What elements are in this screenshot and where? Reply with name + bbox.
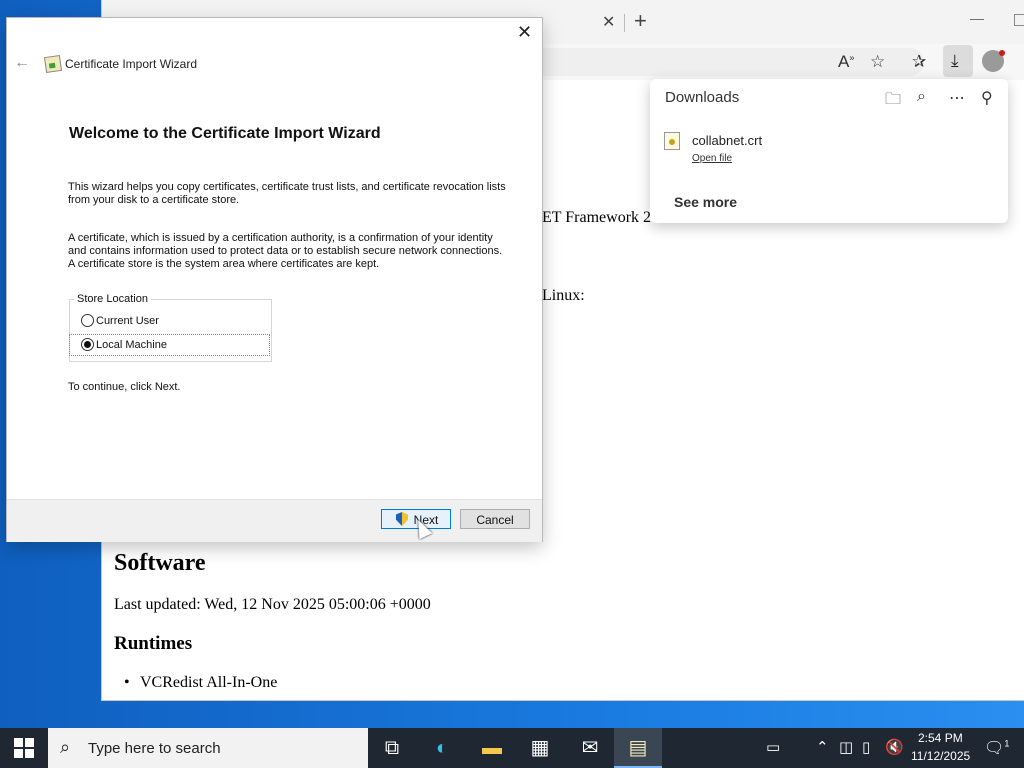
downloads-button[interactable]: ⤓: [943, 45, 973, 77]
close-icon[interactable]: ✕: [517, 22, 532, 43]
back-arrow-icon[interactable]: ←: [14, 54, 30, 72]
windows-logo-icon: [25, 749, 34, 758]
minimize-icon[interactable]: —: [970, 10, 984, 26]
download-arrow-icon: ⤓: [951, 51, 959, 70]
notification-count: 1: [1004, 738, 1010, 749]
pin-icon[interactable]: ⚲: [981, 88, 993, 108]
notification-center-icon[interactable]: 🗨1: [984, 738, 1009, 758]
downloads-title: Downloads: [665, 89, 740, 106]
wizard-description-text: A certificate, which is issued by a cert…: [68, 232, 503, 270]
taskbar-search-box[interactable]: ⌕ Type here to search: [48, 728, 368, 768]
maximize-icon[interactable]: [1014, 14, 1024, 26]
news-widget-icon[interactable]: ▭: [766, 738, 780, 756]
current-user-label[interactable]: Current User: [96, 315, 159, 327]
open-file-link[interactable]: Open file: [692, 153, 732, 164]
more-options-icon[interactable]: ⋯: [949, 88, 965, 108]
favorites-list-icon[interactable]: ✰: [912, 52, 926, 72]
local-machine-label[interactable]: Local Machine: [96, 339, 167, 351]
profile-status-dot: [999, 50, 1005, 56]
certificate-icon: [43, 54, 63, 74]
certificate-file-icon: [664, 132, 680, 150]
task-view-icon[interactable]: ⧉: [378, 734, 406, 762]
edge-browser-icon[interactable]: ◐: [428, 734, 456, 762]
favorite-star-icon[interactable]: ☆: [870, 52, 885, 72]
store-icon[interactable]: ▦: [526, 734, 554, 762]
certificate-manager-icon[interactable]: ▤: [624, 734, 652, 762]
download-file-name[interactable]: collabnet.crt: [692, 133, 762, 148]
current-user-radio[interactable]: [81, 314, 94, 327]
new-tab-icon[interactable]: +: [634, 8, 647, 34]
tab-separator: [624, 14, 625, 32]
page-text-fragment: ET Framework 2: [542, 209, 652, 226]
search-placeholder: Type here to search: [88, 740, 221, 757]
certificate-import-wizard: ✕ ← Certificate Import Wizard Welcome to…: [7, 18, 542, 542]
meet-now-icon[interactable]: ◫: [839, 738, 853, 756]
windows-logo-icon: [14, 738, 23, 747]
tab-close-icon[interactable]: ✕: [602, 12, 615, 32]
windows-logo-icon: [14, 749, 23, 758]
search-icon: ⌕: [60, 737, 71, 757]
chevron-up-icon[interactable]: ⌃: [816, 738, 829, 756]
windows-logo-icon: [25, 738, 34, 747]
file-explorer-icon[interactable]: ▬: [478, 734, 506, 762]
wizard-heading: Welcome to the Certificate Import Wizard: [69, 125, 381, 142]
search-icon[interactable]: ⌕: [917, 88, 926, 106]
downloads-panel: Downloads 🗀 ⌕ ⋯ ⚲ collabnet.crt Open fil…: [650, 79, 1008, 223]
read-aloud-icon[interactable]: A»: [838, 52, 854, 72]
list-item[interactable]: VCRedist All-In-One: [124, 674, 277, 692]
see-more-link[interactable]: See more: [674, 194, 737, 210]
taskbar: ⌕ Type here to search ⧉ ◐ ▬ ▦ ✉ ▤ ▭ ⌃ ◫ …: [0, 728, 1024, 768]
software-heading: Software: [114, 550, 206, 576]
local-machine-radio[interactable]: [81, 338, 94, 351]
clock-date[interactable]: 11/12/2025: [911, 749, 970, 763]
folder-icon[interactable]: 🗀: [885, 88, 901, 115]
start-button[interactable]: [14, 738, 34, 758]
wizard-intro-text: This wizard helps you copy certificates,…: [68, 181, 506, 206]
cancel-button-label: Cancel: [476, 513, 514, 527]
network-icon[interactable]: ▯: [862, 738, 870, 756]
runtimes-heading: Runtimes: [114, 633, 193, 654]
last-updated-text: Last updated: Wed, 12 Nov 2025 05:00:06 …: [114, 596, 431, 613]
wizard-window-title: Certificate Import Wizard: [65, 57, 198, 71]
continue-instruction: To continue, click Next.: [68, 381, 181, 393]
cancel-button[interactable]: Cancel: [460, 509, 530, 529]
volume-muted-icon[interactable]: 🔇: [885, 738, 904, 756]
page-text-fragment: Linux:: [542, 287, 585, 304]
mail-icon[interactable]: ✉: [576, 734, 604, 762]
store-location-label: Store Location: [74, 293, 151, 305]
clock-time[interactable]: 2:54 PM: [918, 731, 963, 745]
